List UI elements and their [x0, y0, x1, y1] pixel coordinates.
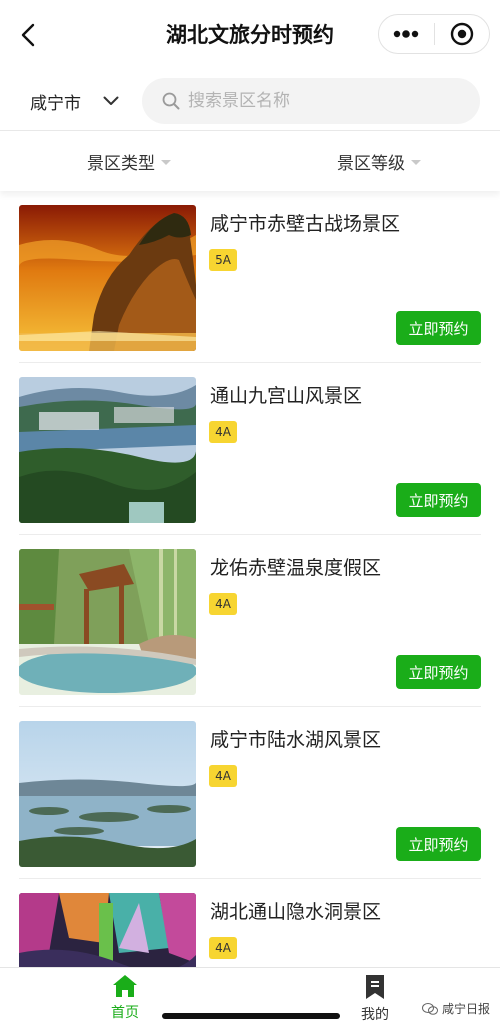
search-icon — [162, 92, 180, 110]
city-label: 咸宁市 — [30, 93, 81, 114]
city-selector[interactable]: 咸宁市 — [30, 82, 119, 120]
watermark: 咸宁日报 — [421, 1000, 490, 1017]
scenic-thumbnail — [19, 893, 196, 967]
watermark-text: 咸宁日报 — [441, 1002, 490, 1016]
bottom-tab-bar: 首页 我的 — [0, 967, 500, 1030]
level-badge: 4A — [209, 765, 237, 787]
tab-mine[interactable]: 我的 — [335, 974, 415, 1024]
tab-home[interactable]: 首页 — [85, 974, 165, 1022]
scenic-list: 咸宁市赤壁古战场景区 5A 立即预约 通山九宫山风景区 4A 立即预约 龙佑赤壁… — [0, 191, 500, 967]
top-navigation-bar: 湖北文旅分时预约 — [0, 0, 500, 70]
chevron-down-icon — [103, 96, 119, 105]
list-item[interactable]: 湖北通山隐水洞景区 4A — [0, 879, 500, 967]
book-now-button[interactable]: 立即预约 — [396, 655, 481, 689]
list-item[interactable]: 咸宁市陆水湖风景区 4A 立即预约 — [0, 707, 500, 879]
filter-bar: 景区类型 景区等级 — [0, 131, 500, 191]
scenic-thumbnail — [19, 377, 196, 523]
level-badge: 4A — [209, 593, 237, 615]
search-input[interactable] — [188, 91, 468, 111]
scenic-name: 通山九宫山风景区 — [210, 385, 363, 407]
filter-scenic-level[interactable]: 景区等级 — [337, 131, 421, 191]
book-now-button[interactable]: 立即预约 — [396, 483, 481, 517]
filter-scenic-type[interactable]: 景区类型 — [87, 131, 171, 191]
scenic-name: 咸宁市陆水湖风景区 — [210, 729, 382, 751]
filter-scenic-type-label: 景区类型 — [87, 153, 155, 174]
wechat-icon — [421, 1002, 438, 1015]
scenic-name: 咸宁市赤壁古战场景区 — [210, 213, 401, 235]
more-button[interactable] — [379, 15, 434, 53]
scenic-thumbnail — [19, 549, 196, 695]
scenic-name: 湖北通山隐水洞景区 — [210, 901, 382, 923]
list-item[interactable]: 咸宁市赤壁古战场景区 5A 立即预约 — [0, 191, 500, 363]
tab-mine-label: 我的 — [361, 1007, 389, 1023]
book-now-button[interactable]: 立即预约 — [396, 827, 481, 861]
list-item[interactable]: 通山九宫山风景区 4A 立即预约 — [0, 363, 500, 535]
tab-home-label: 首页 — [111, 1005, 139, 1021]
bookmark-icon — [366, 975, 384, 999]
list-item[interactable]: 龙佑赤壁温泉度假区 4A 立即预约 — [0, 535, 500, 707]
book-now-button[interactable]: 立即预约 — [396, 311, 481, 345]
target-close-icon — [450, 22, 473, 46]
more-dots-icon — [394, 30, 419, 38]
search-row: 咸宁市 — [0, 70, 500, 132]
mini-program-capsule — [378, 14, 490, 54]
scenic-thumbnail — [19, 721, 196, 867]
level-badge: 5A — [209, 249, 237, 271]
home-icon — [113, 975, 137, 997]
caret-down-icon — [161, 159, 171, 165]
search-box[interactable] — [142, 78, 480, 124]
close-mini-program-button[interactable] — [434, 15, 489, 53]
caret-down-icon — [411, 159, 421, 165]
level-badge: 4A — [209, 421, 237, 443]
scenic-name: 龙佑赤壁温泉度假区 — [210, 557, 382, 579]
scenic-thumbnail — [19, 205, 196, 351]
filter-scenic-level-label: 景区等级 — [337, 153, 405, 174]
level-badge: 4A — [209, 937, 237, 959]
home-indicator — [162, 1013, 340, 1019]
